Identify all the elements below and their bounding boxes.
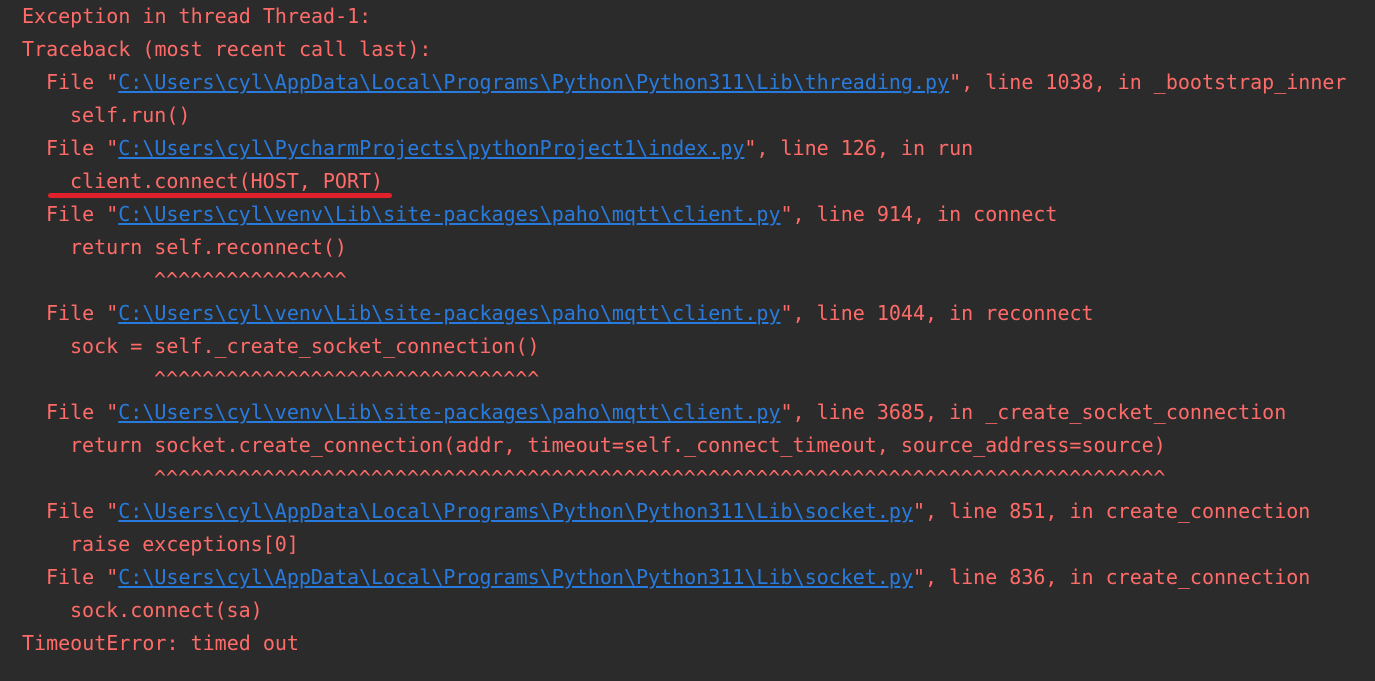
file-prefix: File ": [46, 400, 119, 424]
file-path-link[interactable]: C:\Users\cyl\AppData\Local\Programs\Pyth…: [118, 565, 913, 589]
traceback-frame-file: File "C:\Users\cyl\venv\Lib\site-package…: [0, 399, 1375, 432]
traceback-frame-file: File "C:\Users\cyl\venv\Lib\site-package…: [0, 300, 1375, 333]
traceback-code-line: return socket.create_connection(addr, ti…: [70, 433, 1166, 457]
frame-location: ", line 836, in create_connection: [912, 565, 1311, 589]
code-text: client.connect(HOST, PORT): [70, 169, 384, 193]
file-prefix: File ": [46, 499, 119, 523]
frame-location: ", line 1038, in _bootstrap_inner: [949, 70, 1347, 94]
traceback-header: Traceback (most recent call last):: [22, 37, 432, 61]
frame-location: ", line 3685, in _create_socket_connecti…: [780, 400, 1287, 424]
file-path-link[interactable]: C:\Users\cyl\AppData\Local\Programs\Pyth…: [118, 70, 949, 94]
file-path-link[interactable]: C:\Users\cyl\venv\Lib\site-packages\paho…: [118, 301, 780, 325]
traceback-code-line: sock.connect(sa): [70, 598, 263, 622]
console-output: Exception in thread Thread-1: Traceback …: [0, 0, 1375, 681]
traceback-frame-file: File "C:\Users\cyl\AppData\Local\Program…: [0, 69, 1375, 102]
exception-header: Exception in thread Thread-1:: [22, 4, 372, 28]
traceback-code-line: raise exceptions[0]: [70, 532, 299, 556]
traceback-code-line-highlighted: client.connect(HOST, PORT): [0, 168, 1375, 201]
caret-marker: ^^^^^^^^^^^^^^^^^^^^^^^^^^^^^^^^: [154, 367, 540, 391]
frame-location: ", line 851, in create_connection: [912, 499, 1311, 523]
file-prefix: File ": [46, 136, 119, 160]
file-prefix: File ": [46, 301, 119, 325]
caret-marker: ^^^^^^^^^^^^^^^^^^^^^^^^^^^^^^^^^^^^^^^^…: [154, 466, 1166, 490]
traceback-code-line: return self.reconnect(): [70, 235, 347, 259]
traceback-frame-file: File "C:\Users\cyl\venv\Lib\site-package…: [0, 201, 1375, 234]
caret-marker: ^^^^^^^^^^^^^^^^: [154, 268, 347, 292]
traceback-frame-file: File "C:\Users\cyl\AppData\Local\Program…: [0, 564, 1375, 597]
frame-location: ", line 126, in run: [744, 136, 974, 160]
traceback-frame-file: File "C:\Users\cyl\AppData\Local\Program…: [0, 498, 1375, 531]
traceback-code-line: self.run(): [70, 103, 191, 127]
file-path-link[interactable]: C:\Users\cyl\PycharmProjects\pythonProje…: [118, 136, 744, 160]
traceback-code-line: sock = self._create_socket_connection(): [70, 334, 540, 358]
file-prefix: File ": [46, 565, 119, 589]
red-underline-annotation: [48, 193, 392, 198]
file-path-link[interactable]: C:\Users\cyl\AppData\Local\Programs\Pyth…: [118, 499, 913, 523]
file-path-link[interactable]: C:\Users\cyl\venv\Lib\site-packages\paho…: [118, 202, 780, 226]
frame-location: ", line 914, in connect: [780, 202, 1058, 226]
error-message: TimeoutError: timed out: [22, 631, 299, 655]
file-prefix: File ": [46, 70, 119, 94]
file-prefix: File ": [46, 202, 119, 226]
frame-location: ", line 1044, in reconnect: [780, 301, 1094, 325]
file-path-link[interactable]: C:\Users\cyl\venv\Lib\site-packages\paho…: [118, 400, 780, 424]
traceback-frame-file: File "C:\Users\cyl\PycharmProjects\pytho…: [0, 135, 1375, 168]
